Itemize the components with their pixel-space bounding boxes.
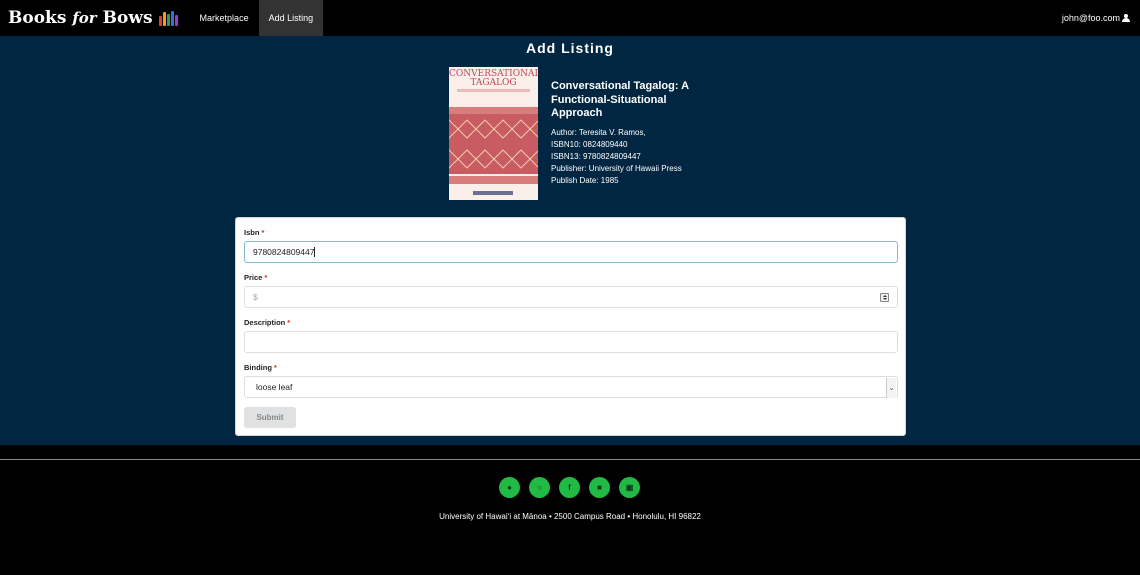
book-publish-date: Publish Date: 1985 <box>551 175 619 185</box>
user-email: john@foo.com <box>1061 13 1120 23</box>
navbar: Books for Bows Marketplace Add Listing j… <box>0 0 1140 36</box>
github-icon[interactable]: ● <box>499 477 520 498</box>
submit-button[interactable]: Submit <box>244 407 296 428</box>
cover-subtitle-stripe <box>457 89 530 92</box>
price-placeholder: $ <box>253 292 258 302</box>
book-isbn13: ISBN13: 9780824809447 <box>551 151 641 161</box>
page-title: Add Listing <box>526 40 614 56</box>
description-label: Description * <box>244 318 291 327</box>
cover-band <box>449 107 538 114</box>
footer-divider <box>0 459 1140 460</box>
social-links: ● ○ f ■ ▣ <box>499 477 640 498</box>
cover-pattern <box>449 114 538 174</box>
chevron-down-icon[interactable]: ⌄ <box>886 378 896 398</box>
book-cover-image: CONVERSATIONAL TAGALOG <box>449 67 538 200</box>
brand-logo[interactable]: Books for Bows <box>0 0 190 36</box>
instagram-icon[interactable]: ○ <box>529 477 550 498</box>
book-meta: Author: Teresita V. Ramos, ISBN10: 08248… <box>551 127 691 187</box>
description-input[interactable] <box>244 331 898 353</box>
book-author: Author: Teresita V. Ramos, <box>551 127 646 137</box>
footer-address: University of Hawaiʻi at Mānoa • 2500 Ca… <box>439 512 701 521</box>
cover-title: CONVERSATIONAL TAGALOG <box>449 69 538 88</box>
facebook-icon[interactable]: f <box>559 477 580 498</box>
book-publisher: Publisher: University of Hawaii Press <box>551 163 682 173</box>
brand-text: Books for Bows <box>8 8 153 28</box>
cover-band <box>449 176 538 184</box>
user-menu[interactable]: john@foo.com <box>1062 13 1140 23</box>
nav-item-add-listing[interactable]: Add Listing <box>258 0 324 36</box>
add-listing-form: Isbn * 9780824809447 Price * $ Description… <box>235 217 906 436</box>
price-label: Price * <box>244 273 268 282</box>
isbn-input[interactable]: 9780824809447 <box>244 241 898 263</box>
user-icon <box>1122 14 1130 22</box>
cover-author-stripe <box>473 191 513 195</box>
book-isbn10: ISBN10: 0824809440 <box>551 139 628 149</box>
books-icon <box>158 10 178 26</box>
binding-label: Binding * <box>244 363 277 372</box>
book-title: Conversational Tagalog: A Functional-Sit… <box>551 80 689 119</box>
price-input[interactable]: $ <box>244 286 898 308</box>
isbn-label: Isbn * <box>244 228 265 237</box>
linkedin-icon[interactable]: ▣ <box>619 477 640 498</box>
book-info: Conversational Tagalog: A Functional-Sit… <box>551 80 691 187</box>
main-content: Add Listing CONVERSATIONAL TAGALOG Conve… <box>0 36 1140 445</box>
nav-item-marketplace[interactable]: Marketplace <box>190 0 259 36</box>
binding-selected-value: loose leaf <box>256 382 293 392</box>
binding-select[interactable]: loose leaf ⌄ <box>244 376 898 398</box>
footer: ● ○ f ■ ▣ University of Hawaiʻi at Mānoa… <box>0 445 1140 575</box>
discord-icon[interactable]: ■ <box>589 477 610 498</box>
price-stepper[interactable] <box>880 293 889 302</box>
